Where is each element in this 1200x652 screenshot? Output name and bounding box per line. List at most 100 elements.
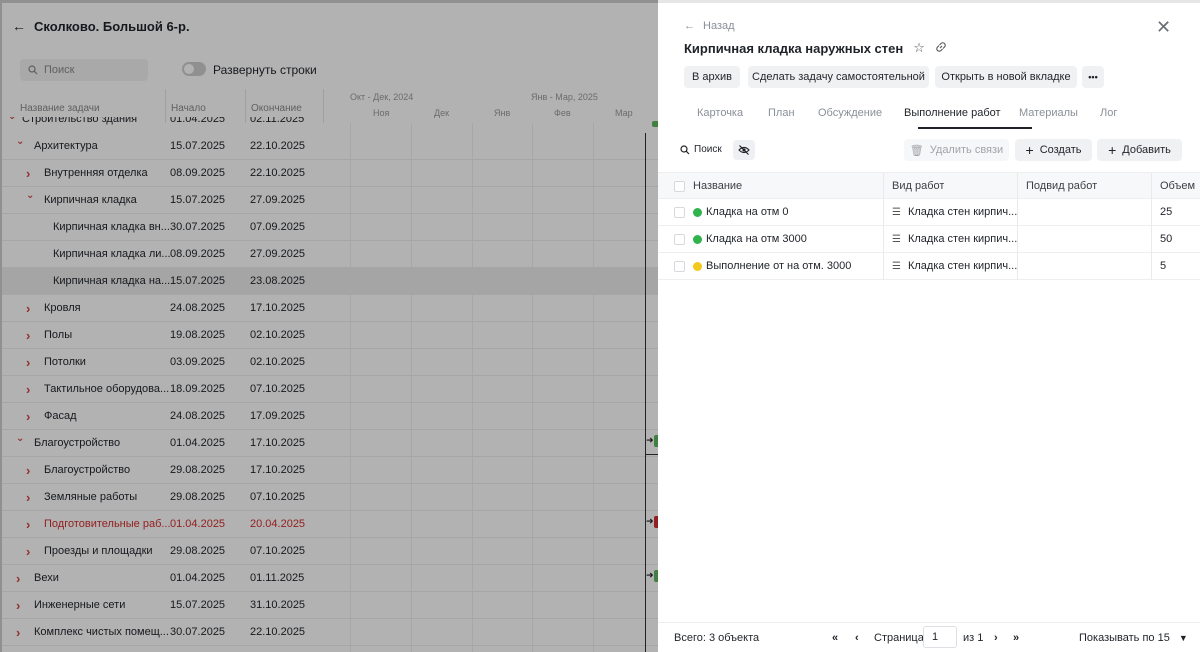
col-divider[interactable] [1017,173,1018,200]
back-arrow-icon[interactable]: ← [12,18,26,34]
table-row[interactable]: Кладка на отм 3000 ☰ Кладка стен кирпич...… [658,226,1200,253]
row-volume[interactable]: 25 [1160,199,1172,225]
row-volume[interactable]: 50 [1160,226,1172,252]
chevron-right-icon[interactable]: › [16,571,20,586]
chevron-right-icon[interactable]: › [26,517,30,532]
first-page-icon[interactable]: « [832,632,838,644]
task-row[interactable]: ⌄ Архитектура 15.07.2025 22.10.2025 [2,133,658,160]
task-row[interactable]: › Кровля 24.08.2025 17.10.2025 [2,295,658,322]
row-name-cell: Выполнение от на отм. 3000 [693,253,851,279]
link-icon[interactable] [935,41,947,56]
tab-materials[interactable]: Материалы [1019,107,1078,119]
task-row[interactable]: › Проезды и площадки 29.08.2025 07.10.2025 [2,538,658,565]
archive-button[interactable]: В архив [684,66,740,88]
row-volume[interactable]: 5 [1160,253,1166,279]
task-row[interactable]: Кирпичная кладка вн... 30.07.2025 07.09.20… [2,214,658,241]
task-name: Архитектура [34,140,98,152]
col-divider[interactable] [883,173,884,200]
task-start: 01.04.2025 [170,117,226,125]
open-new-tab-button[interactable]: Открыть в новой вкладке [935,66,1077,88]
chevron-right-icon[interactable]: › [16,625,20,640]
page-input[interactable]: 1 [923,626,957,648]
hide-columns-button[interactable] [733,140,755,160]
expand-rows-toggle[interactable] [182,62,206,76]
chevron-down-icon[interactable]: ⌄ [26,190,34,201]
task-start: 18.09.2025 [170,383,226,395]
chevron-right-icon[interactable]: › [26,328,30,343]
task-row[interactable]: Кирпичная кладка ли... 08.09.2025 27.09.20… [2,241,658,268]
col-divider[interactable] [1151,173,1152,200]
task-row[interactable]: › Потолки 03.09.2025 02.10.2025 [2,349,658,376]
row-checkbox[interactable] [674,261,685,272]
prev-page-icon[interactable]: ‹ [855,632,859,644]
task-row-partial[interactable]: ⌄ Строительство здания 01.04.2025 02.11.… [2,117,658,133]
add-label: Добавить [1122,144,1171,156]
tab-plan[interactable]: План [768,107,795,119]
close-icon[interactable]: ✕ [1156,18,1171,36]
task-row[interactable]: › Благоустройство 29.08.2025 17.10.2025 [2,457,658,484]
task-row[interactable]: › Комплекс чистых помещ... 30.07.2025 22.10… [2,619,658,646]
task-row[interactable]: ⌄ Благоустройство 01.04.2025 17.10.2025 [2,430,658,457]
task-row[interactable]: › Вехи 01.04.2025 01.11.2025 [2,565,658,592]
chevron-right-icon[interactable]: › [26,490,30,505]
timeline-quarter: Окт - Дек, 2024 [350,92,414,102]
task-row[interactable]: ⌄ Кирпичная кладка 15.07.2025 27.09.2025 [2,187,658,214]
table-row[interactable]: Выполнение от на отм. 3000 ☰ Кладка стен к… [658,253,1200,280]
task-row[interactable]: › Земляные работы 29.08.2025 07.10.2025 [2,484,658,511]
row-work-type-cell[interactable]: ☰ Кладка стен кирпич... [892,253,1017,279]
chevron-right-icon[interactable]: › [26,382,30,397]
chevron-right-icon[interactable]: › [26,544,30,559]
task-row[interactable]: › Фасад 24.08.2025 17.09.2025 [2,403,658,430]
create-button[interactable]: + Создать [1015,139,1092,161]
tab-log[interactable]: Лог [1100,107,1117,119]
tab-discussion[interactable]: Обсуждение [818,107,882,119]
chevron-right-icon[interactable]: › [26,166,30,181]
more-menu-button[interactable]: ••• [1082,66,1104,88]
back-link[interactable]: ← Назад [684,20,735,32]
select-all-checkbox[interactable] [674,181,685,192]
page-label: Страница [874,632,924,644]
header-name[interactable]: Название [693,173,742,199]
header-volume[interactable]: Объем [1160,173,1195,199]
per-page-select[interactable]: Показывать по 15 ▼ [1079,632,1188,644]
row-work-type-cell[interactable]: ☰ Кладка стен кирпич... [892,226,1017,252]
make-independent-button[interactable]: Сделать задачу самостоятельной [748,66,929,88]
task-row[interactable]: › Подготовительные раб... 01.04.2025 20.04.… [2,511,658,538]
tab-work-execution[interactable]: Выполнение работ [904,107,1001,119]
delete-links-button[interactable]: 🗑 Удалить связи [904,139,1009,161]
task-row[interactable]: › Полы 19.08.2025 02.10.2025 [2,322,658,349]
gantt-search-input[interactable]: Поиск [20,59,148,81]
task-row[interactable]: › Инженерные сети 15.07.2025 31.10.2025 [2,592,658,619]
chevron-down-icon[interactable]: ⌄ [16,433,24,444]
next-page-icon[interactable]: › [994,632,998,644]
table-row[interactable]: Кладка на отм 0 ☰ Кладка стен кирпич... 25 [658,199,1200,226]
task-row[interactable]: › Тактильное оборудова... 18.09.2025 07.10.… [2,376,658,403]
row-checkbox[interactable] [674,234,685,245]
star-icon[interactable]: ☆ [913,40,925,56]
chevron-right-icon[interactable]: › [16,598,20,613]
task-name: Тактильное оборудова... [44,383,170,395]
chevron-right-icon[interactable]: › [26,301,30,316]
add-button[interactable]: + Добавить [1097,139,1182,161]
table-search-button[interactable]: Поиск [680,144,722,155]
row-work-type-cell[interactable]: ☰ Кладка стен кирпич... [892,199,1017,225]
status-dot-icon [693,261,702,271]
chevron-down-icon[interactable]: ⌄ [8,117,16,122]
task-start: 30.07.2025 [170,626,226,638]
chevron-right-icon[interactable]: › [26,355,30,370]
chevron-right-icon[interactable]: › [26,463,30,478]
tab-card[interactable]: Карточка [697,107,743,119]
task-end: 27.09.2025 [250,194,306,206]
gantt-search-placeholder: Поиск [44,64,75,76]
row-checkbox[interactable] [674,207,685,218]
chevron-right-icon[interactable]: › [26,409,30,424]
task-name: Благоустройство [44,464,131,476]
header-work-type[interactable]: Вид работ [892,173,944,199]
last-page-icon[interactable]: » [1013,632,1019,644]
chevron-down-icon[interactable]: ⌄ [16,136,24,147]
header-work-subtype[interactable]: Подвид работ [1026,173,1097,199]
col-divider [1151,199,1152,226]
task-name: Кирпичная кладка [44,194,137,206]
task-row[interactable]: Кирпичная кладка на... 15.07.2025 23.08.20… [2,268,658,295]
task-row[interactable]: › Внутренняя отделка 08.09.2025 22.10.2025 [2,160,658,187]
